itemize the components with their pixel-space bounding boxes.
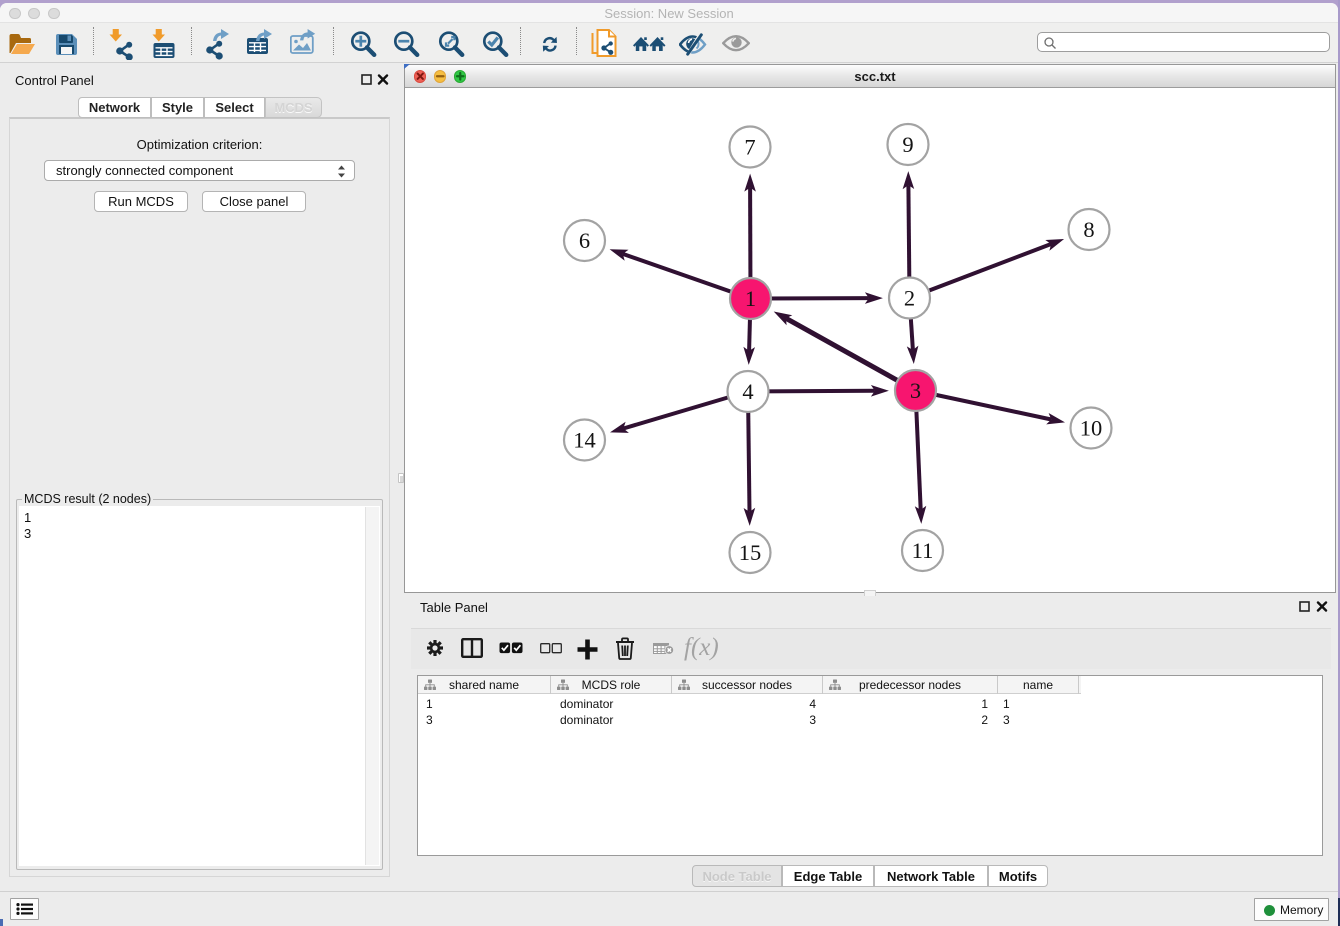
svg-text:14: 14: [573, 428, 596, 453]
svg-text:8: 8: [1083, 217, 1094, 242]
svg-text:4: 4: [742, 379, 753, 404]
svg-text:11: 11: [912, 538, 934, 563]
svg-text:15: 15: [739, 540, 762, 565]
svg-text:6: 6: [579, 228, 590, 253]
svg-text:f(x): f(x): [684, 635, 719, 661]
svg-text:2: 2: [904, 286, 915, 311]
svg-text:3: 3: [910, 378, 921, 403]
svg-text:9: 9: [902, 132, 913, 157]
svg-text:7: 7: [744, 135, 755, 160]
svg-text:1: 1: [745, 286, 756, 311]
svg-text:10: 10: [1080, 416, 1103, 441]
